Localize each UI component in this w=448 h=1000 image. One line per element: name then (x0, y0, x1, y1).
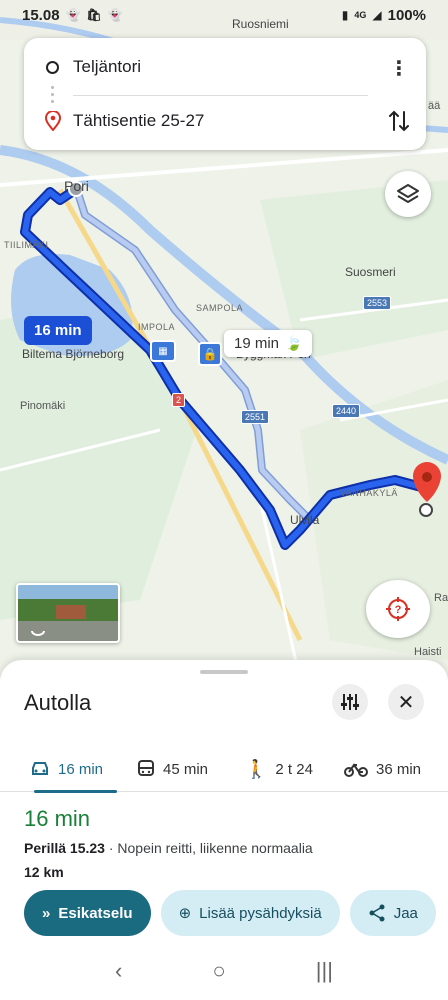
road-shield-2551: 2551 (241, 410, 270, 424)
origin-circle-icon (46, 60, 59, 74)
map-label-biltema[interactable]: Biltema Björneborg (22, 347, 124, 361)
route-details: Perillä 15.23 · Nopein reitti, liikenne … (24, 840, 313, 856)
car-icon (32, 762, 48, 775)
directions-search-card: Teljäntori Tähtisentie 25-27 ⋮ (24, 38, 426, 150)
origin-field[interactable]: Teljäntori (73, 57, 141, 77)
map-label-vanhakyla: VANHAKYLÄ (340, 488, 398, 498)
battery-level: 100% (387, 6, 426, 24)
map-label-ra: Ra (434, 592, 448, 604)
status-bar: 15.08 👻 🛍 👻 ▮ 4G ◢ 100% (0, 0, 448, 30)
tab-transit[interactable]: 45 min (137, 746, 208, 792)
tab-walk-label: 2 t 24 (275, 760, 313, 778)
battery-saver-icon: ▮ (341, 8, 349, 22)
route-main-time-bubble[interactable]: 16 min (24, 316, 92, 345)
road-shield-2: 2 (172, 393, 186, 407)
route-description: · Nopein reitti, liikenne normaalia (104, 840, 313, 856)
tab-car[interactable]: 16 min (30, 746, 118, 793)
directions-sheet: Autolla ✕ 16 min 45 min 🚶 2 t 24 36 min … (0, 660, 448, 1000)
destination-pin-icon (45, 111, 61, 131)
street-view-thumbnail[interactable] (16, 583, 120, 643)
route-options-button[interactable] (332, 684, 368, 720)
layers-button[interactable] (385, 171, 431, 217)
double-chevron-icon: » (42, 904, 51, 922)
map-label-tiilimaki: TIILIMÄKI (4, 240, 49, 250)
eco-leaf-icon: 🍃 (285, 335, 303, 351)
map-label-impola: IMPOLA (138, 322, 176, 332)
back-icon[interactable]: ‹ (115, 958, 122, 984)
safety-target-icon: ? (386, 597, 410, 621)
system-nav-bar: ‹ ○ ||| (0, 942, 448, 1000)
transit-icon (138, 760, 154, 776)
add-stops-label: Lisää pysähdyksiä (199, 904, 322, 922)
sheet-drag-handle[interactable] (200, 670, 248, 674)
route-duration: 16 min (24, 806, 91, 831)
snapchat-icon: 👻 (107, 8, 123, 22)
tune-icon (341, 694, 359, 710)
map-label-suosmeri: Suosmeri (345, 265, 396, 279)
safety-check-button[interactable]: ? (366, 580, 430, 638)
more-vert-icon[interactable]: ⋮ (384, 53, 414, 83)
share-button-label: Jaa (393, 904, 418, 922)
map-label-pori: Pori (64, 178, 89, 194)
recents-icon[interactable]: ||| (316, 958, 333, 984)
status-time: 15.08 (22, 6, 60, 24)
active-tab-indicator (34, 790, 118, 793)
home-icon[interactable]: ○ (212, 958, 225, 984)
route-alt-time-bubble[interactable]: 19 min 🍃 (224, 330, 313, 357)
destination-field[interactable]: Tähtisentie 25-27 (73, 111, 204, 131)
road-shield-2553: 2553 (363, 296, 392, 310)
share-button[interactable]: Jaa (349, 890, 436, 936)
shopping-poi-icon[interactable]: 🔒 (198, 342, 222, 366)
destination-row[interactable]: Tähtisentie 25-27 (24, 96, 426, 146)
signal-icon: ◢ (372, 8, 382, 22)
tab-bike-label: 36 min (376, 760, 422, 778)
tab-transit-label: 45 min (163, 760, 209, 778)
arrival-time: Perillä 15.23 (24, 840, 105, 856)
bike-icon (344, 763, 368, 777)
map-label-ulvila: Ulvila (290, 513, 320, 527)
map-label-haistila: Haisti (414, 646, 442, 658)
travel-mode-tabs: 16 min 45 min 🚶 2 t 24 36 min (0, 746, 448, 793)
add-location-icon: ⊕ (178, 905, 192, 922)
route-alt-time: 19 min (234, 335, 280, 352)
tab-car-label: 16 min (58, 760, 104, 778)
network-type: 4G (354, 10, 367, 20)
close-icon[interactable]: ✕ (388, 684, 424, 720)
svg-text:?: ? (395, 604, 402, 616)
preview-button-label: Esikatselu (58, 904, 133, 922)
share-icon (369, 904, 385, 922)
route-distance: 12 km (24, 864, 64, 880)
map-label-pinomaki: Pinomäki (20, 400, 66, 412)
sheet-title: Autolla (24, 690, 92, 715)
layers-icon (397, 184, 419, 203)
action-buttons: » Esikatselu ⊕ Lisää pysähdyksiä Jaa (24, 890, 436, 936)
add-stops-button[interactable]: ⊕ Lisää pysähdyksiä (160, 890, 340, 936)
map-label-sampola: SAMPOLA (196, 303, 244, 313)
preview-button[interactable]: » Esikatselu (24, 890, 151, 936)
snapchat-icon: 👻 (65, 8, 81, 22)
bag-icon: 🛍 (86, 8, 102, 22)
origin-row[interactable]: Teljäntori (24, 42, 426, 92)
swap-icon[interactable] (384, 104, 414, 138)
map-label-aa: ää (428, 100, 441, 112)
road-shield-2440: 2440 (332, 404, 361, 418)
store-poi-icon[interactable]: ▦ (150, 340, 176, 362)
tab-bike[interactable]: 36 min (344, 746, 421, 792)
tab-walk[interactable]: 🚶 2 t 24 (245, 746, 313, 792)
walk-icon: 🚶 (245, 758, 268, 779)
